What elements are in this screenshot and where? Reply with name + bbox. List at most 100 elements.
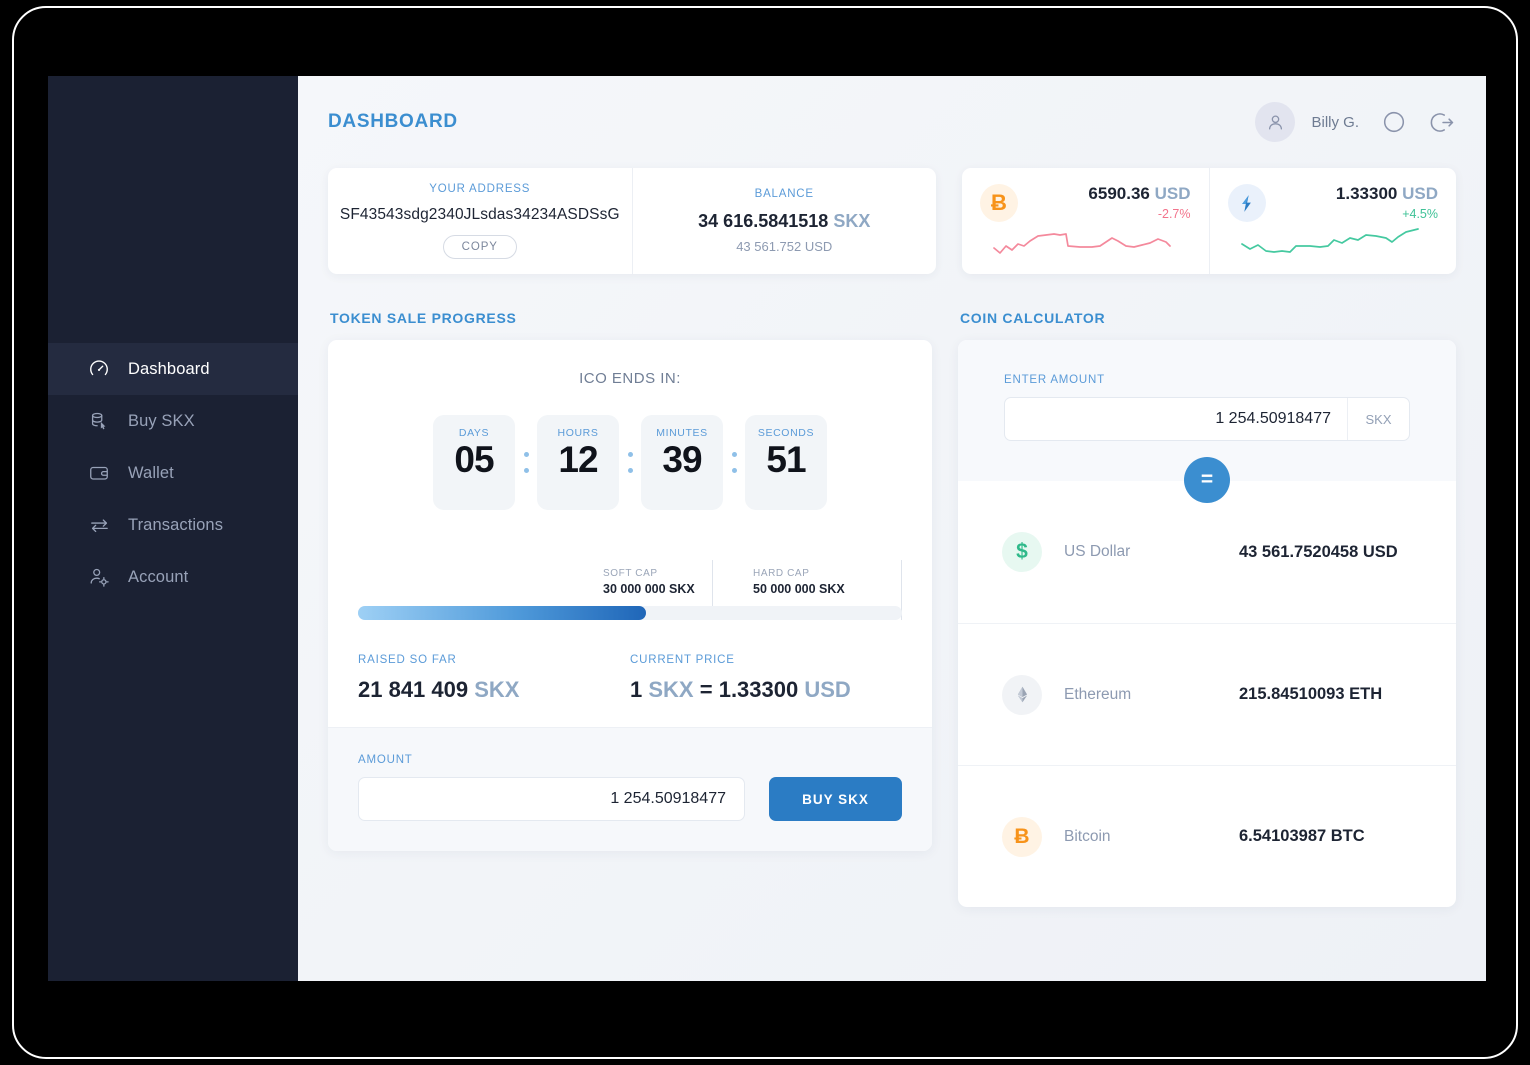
sidebar-item-label: Wallet bbox=[128, 463, 174, 482]
countdown-hours-label: HOURS bbox=[557, 427, 599, 439]
countdown-separator bbox=[619, 415, 641, 510]
balance-cell: BALANCE 34 616.5841518 SKX 43 561.752 US… bbox=[631, 168, 937, 274]
app-header: DASHBOARD Billy G. bbox=[328, 76, 1456, 168]
countdown-seconds: SECONDS 51 bbox=[745, 415, 827, 510]
content-row: TOKEN SALE PROGRESS ICO ENDS IN: DAYS 05 bbox=[328, 274, 1456, 907]
skx-sparkline bbox=[1240, 228, 1419, 253]
countdown-minutes: MINUTES 39 bbox=[641, 415, 723, 510]
dark-mode-toggle-icon[interactable] bbox=[1381, 109, 1407, 135]
price-cards: Ƀ 6590.36 USD -2.7% 1.33300 USD +4.5% bbox=[962, 168, 1456, 274]
balance-unit: SKX bbox=[833, 211, 871, 231]
address-cell: YOUR ADDRESS SF43543sdg2340JLsdas34234AS… bbox=[328, 168, 632, 274]
wallet-icon bbox=[86, 460, 112, 486]
conversion-value: 215.84510093 ETH bbox=[1239, 685, 1383, 703]
token-sale-card: ICO ENDS IN: DAYS 05 HOURS 12 MINUTES 39… bbox=[328, 340, 932, 851]
sale-stats: RAISED SO FAR 21 841 409 SKX CURRENT PRI… bbox=[358, 654, 902, 703]
balance-label: BALANCE bbox=[754, 188, 814, 200]
app-screen: Dashboard Buy SKX Wallet Transactions Ac… bbox=[48, 76, 1486, 981]
address-label: YOUR ADDRESS bbox=[429, 183, 531, 195]
logout-icon[interactable] bbox=[1429, 109, 1456, 136]
exchange-arrows-icon bbox=[86, 512, 112, 538]
price-skx-unit: SKX bbox=[648, 677, 694, 702]
dollar-icon: $ bbox=[1002, 532, 1042, 572]
calculator-column: COIN CALCULATOR ENTER AMOUNT 1 254.50918… bbox=[958, 274, 1456, 907]
enter-amount-label: ENTER AMOUNT bbox=[1004, 374, 1105, 386]
raised-stat: RAISED SO FAR 21 841 409 SKX bbox=[358, 654, 630, 703]
token-sale-column: TOKEN SALE PROGRESS ICO ENDS IN: DAYS 05 bbox=[328, 274, 932, 851]
tablet-device-frame: Dashboard Buy SKX Wallet Transactions Ac… bbox=[12, 6, 1518, 1059]
buy-skx-button[interactable]: BUY SKX bbox=[769, 777, 902, 821]
countdown-hours-value: 12 bbox=[558, 439, 598, 480]
sidebar-item-buy-skx[interactable]: Buy SKX bbox=[48, 395, 298, 447]
balance-amount: 34 616.5841518 bbox=[698, 211, 829, 231]
price-stat: CURRENT PRICE 1 SKX = 1.33300 USD bbox=[630, 654, 902, 703]
copy-button[interactable]: COPY bbox=[442, 235, 517, 259]
conversion-name: Bitcoin bbox=[1064, 827, 1111, 845]
ico-ends-label: ICO ENDS IN: bbox=[579, 370, 681, 387]
countdown-minutes-value: 39 bbox=[662, 439, 702, 480]
top-cards-row: YOUR ADDRESS SF43543sdg2340JLsdas34234AS… bbox=[328, 168, 1456, 274]
sidebar: Dashboard Buy SKX Wallet Transactions Ac… bbox=[48, 76, 298, 981]
amount-input[interactable]: 1 254.50918477 bbox=[358, 777, 745, 821]
page-title: DASHBOARD bbox=[328, 111, 458, 132]
user-gear-icon bbox=[86, 564, 112, 590]
raised-amount: 21 841 409 bbox=[358, 677, 469, 702]
soft-cap-value: 30 000 000 SKX bbox=[603, 582, 695, 596]
buy-row: 1 254.50918477 BUY SKX bbox=[358, 777, 902, 821]
soft-cap-box: SOFT CAP 30 000 000 SKX bbox=[603, 568, 695, 596]
balance-usd: 43 561.752 USD bbox=[736, 239, 833, 254]
conversion-name: US Dollar bbox=[1064, 543, 1131, 560]
token-sale-body: ICO ENDS IN: DAYS 05 HOURS 12 MINUTES 39… bbox=[328, 340, 932, 727]
sidebar-item-wallet[interactable]: Wallet bbox=[48, 447, 298, 499]
conversion-row-btc: Ƀ Bitcoin 6.54103987 BTC bbox=[958, 765, 1456, 907]
skx-price-unit: USD bbox=[1402, 184, 1438, 203]
calculator-section-title: COIN CALCULATOR bbox=[960, 310, 1106, 326]
bitcoin-icon: Ƀ bbox=[1002, 816, 1042, 857]
hard-cap-value: 50 000 000 SKX bbox=[753, 582, 845, 596]
bitcoin-icon: Ƀ bbox=[980, 184, 1018, 222]
price-card-bitcoin: Ƀ 6590.36 USD -2.7% bbox=[962, 168, 1209, 274]
calculator-amount-input[interactable]: 1 254.50918477 bbox=[1005, 398, 1347, 440]
countdown-hours: HOURS 12 bbox=[537, 415, 619, 510]
address-balance-card: YOUR ADDRESS SF43543sdg2340JLsdas34234AS… bbox=[328, 168, 936, 274]
skx-token-icon bbox=[1227, 184, 1266, 222]
balance-value: 34 616.5841518 SKX bbox=[698, 211, 870, 232]
amount-label: AMOUNT bbox=[358, 754, 413, 766]
bitcoin-price-value: 6590.36 bbox=[1088, 184, 1150, 203]
main-content: DASHBOARD Billy G. YOUR ADDRESS SF43543s… bbox=[298, 76, 1486, 981]
sidebar-item-label: Buy SKX bbox=[128, 411, 195, 430]
sidebar-item-transactions[interactable]: Transactions bbox=[48, 499, 298, 551]
bitcoin-sparkline bbox=[993, 233, 1171, 254]
ethereum-icon bbox=[1002, 674, 1042, 715]
countdown-seconds-value: 51 bbox=[766, 439, 806, 480]
sidebar-item-dashboard[interactable]: Dashboard bbox=[48, 343, 298, 395]
speedometer-icon bbox=[86, 356, 112, 382]
current-price-label: CURRENT PRICE bbox=[630, 654, 735, 666]
calculator-input-row: 1 254.50918477 SKX bbox=[1004, 397, 1410, 441]
price-one: 1 bbox=[630, 677, 643, 702]
raised-label: RAISED SO FAR bbox=[358, 654, 457, 666]
sidebar-item-account[interactable]: Account bbox=[48, 551, 298, 603]
sidebar-item-label: Transactions bbox=[128, 515, 224, 534]
avatar[interactable] bbox=[1255, 102, 1296, 142]
soft-cap-label: SOFT CAP bbox=[603, 568, 658, 579]
price-equals: = 1.33300 bbox=[699, 677, 799, 702]
price-usd-unit: USD bbox=[804, 677, 851, 702]
address-value: SF43543sdg2340JLsdas34234ASDSsG bbox=[339, 206, 620, 223]
countdown-seconds-label: SECONDS bbox=[757, 427, 815, 439]
raised-value: 21 841 409 SKX bbox=[358, 677, 630, 703]
countdown-timer: DAYS 05 HOURS 12 MINUTES 39 SECONDS 51 bbox=[358, 415, 902, 510]
token-sale-section-title: TOKEN SALE PROGRESS bbox=[330, 310, 517, 326]
equals-button[interactable]: = bbox=[1184, 457, 1230, 503]
skx-change: +4.5% bbox=[1402, 207, 1438, 221]
buy-area: AMOUNT 1 254.50918477 BUY SKX bbox=[328, 727, 932, 851]
progress-fill bbox=[358, 606, 647, 620]
current-price-value: 1 SKX = 1.33300 USD bbox=[630, 677, 902, 703]
bitcoin-price: 6590.36 USD bbox=[1088, 184, 1190, 204]
skx-price: 1.33300 USD bbox=[1336, 184, 1438, 204]
hard-cap-label: HARD CAP bbox=[753, 568, 810, 579]
raised-unit: SKX bbox=[474, 677, 520, 702]
countdown-separator bbox=[515, 415, 537, 510]
price-card-skx: 1.33300 USD +4.5% bbox=[1208, 168, 1457, 274]
countdown-days-label: DAYS bbox=[458, 427, 490, 439]
